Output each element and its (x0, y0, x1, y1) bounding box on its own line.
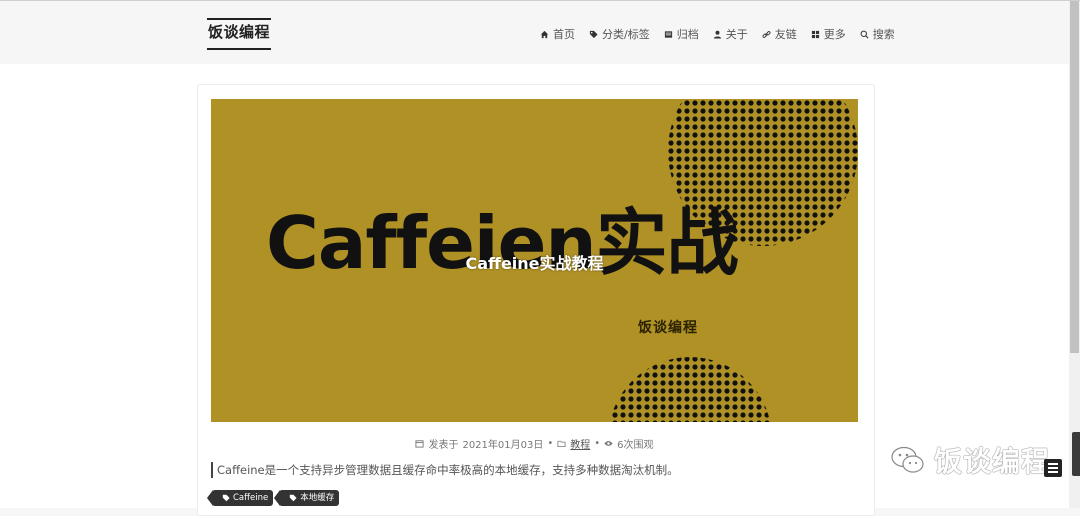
post-cover-image[interactable]: Caffeien实战 饭谈编程 Caffeine实战教程 (211, 99, 858, 422)
site-logo[interactable]: 饭谈编程 (207, 18, 272, 50)
menu-bar (1048, 467, 1058, 469)
tag-local-cache[interactable]: 本地缓存 (274, 490, 340, 506)
menu-bar (1048, 463, 1058, 465)
meta-separator: • (547, 438, 554, 449)
eye-icon (604, 439, 613, 448)
post-excerpt: Caffeine是一个支持异步管理数据且缓存命中率极高的本地缓存，支持多种数据淘… (211, 462, 679, 478)
nav-label: 更多 (823, 28, 846, 41)
site-header: 饭谈编程 首页 分类/标签 归档 关于 友链 更多 搜索 (0, 1, 1069, 64)
nav-item-about[interactable]: 关于 (713, 26, 748, 42)
nav-item-home[interactable]: 首页 (540, 26, 575, 42)
nav-item-categories[interactable]: 分类/标签 (589, 26, 650, 42)
nav-label: 分类/标签 (602, 28, 650, 41)
meta-date: 2021年01月03日 (462, 440, 544, 451)
search-icon (860, 30, 869, 39)
folder-icon (557, 439, 566, 448)
wechat-icon (891, 446, 924, 473)
link-icon (762, 30, 771, 39)
tag-caffeine[interactable]: Caffeine (206, 490, 274, 506)
post-title[interactable]: Caffeine实战教程 (211, 250, 858, 274)
nav-label: 归档 (676, 28, 699, 41)
nav-label: 关于 (725, 28, 748, 41)
tag-icon (222, 494, 230, 502)
tag-icon (589, 30, 598, 39)
post-tags: Caffeine 本地缓存 (206, 490, 340, 506)
nav-item-archive[interactable]: 归档 (664, 26, 699, 42)
archive-icon (664, 30, 673, 39)
meta-published-label: 发表于 (428, 440, 459, 451)
watermark-text: 饭谈编程 (934, 445, 1051, 478)
menu-toggle-button[interactable] (1044, 459, 1062, 477)
cover-brand: 饭谈编程 (638, 320, 698, 336)
nav-item-search[interactable]: 搜索 (860, 26, 895, 42)
menu-bar (1048, 471, 1058, 473)
main-nav: 首页 分类/标签 归档 关于 友链 更多 搜索 (540, 25, 895, 43)
nav-item-links[interactable]: 友链 (762, 26, 797, 42)
user-icon (713, 30, 722, 39)
nav-label: 首页 (553, 28, 575, 41)
wechat-watermark: 饭谈编程 (890, 440, 1050, 480)
meta-category-link[interactable]: 教程 (570, 436, 590, 451)
tag-label: Caffeine (233, 493, 269, 503)
nav-item-more[interactable]: 更多 (811, 26, 846, 42)
scrollbar-thumb[interactable] (1070, 1, 1079, 353)
nav-label: 搜索 (872, 28, 895, 41)
tag-icon (290, 494, 297, 502)
meta-views: 6次围观 (617, 440, 654, 451)
home-icon (540, 30, 549, 39)
grid-icon (811, 30, 820, 39)
tag-label: 本地缓存 (300, 493, 335, 503)
nav-label: 友链 (774, 28, 797, 41)
meta-separator: • (594, 438, 601, 449)
side-widget-tab[interactable] (1072, 432, 1080, 476)
calendar-icon (415, 439, 425, 448)
